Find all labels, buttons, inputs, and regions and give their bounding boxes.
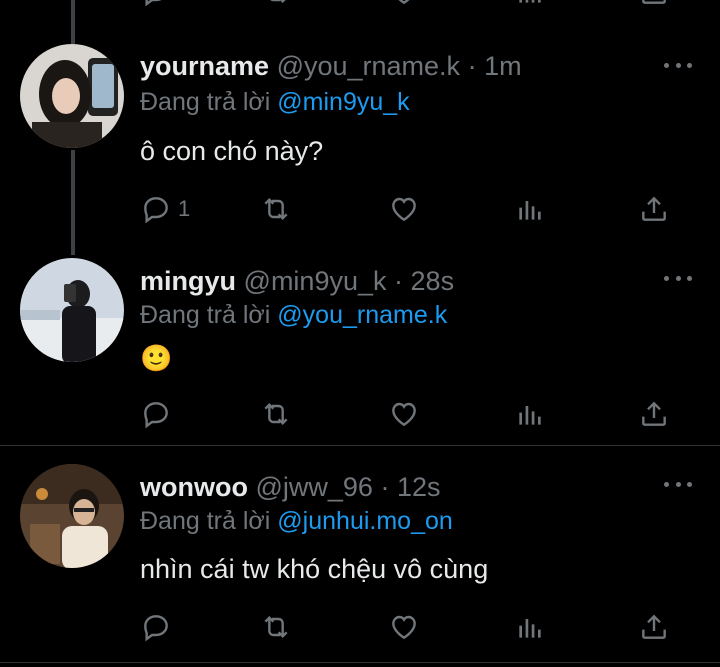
reply-button[interactable]: 1: [140, 189, 190, 229]
more-button[interactable]: [664, 58, 692, 72]
reply-icon: [144, 197, 168, 224]
like-icon: [392, 615, 416, 640]
more-icon: [687, 275, 692, 281]
views-button[interactable]: [514, 394, 546, 434]
timestamp[interactable]: 1m: [484, 51, 522, 81]
tweet-actions: [140, 394, 680, 434]
views-icon: [519, 619, 541, 638]
avatar[interactable]: [20, 44, 124, 148]
like-icon: [392, 197, 416, 222]
like-button[interactable]: [388, 394, 420, 434]
retweet-icon: [264, 197, 288, 221]
more-button[interactable]: [664, 477, 692, 491]
reply-button[interactable]: [140, 394, 172, 434]
tweet-text: ô con chó này?: [140, 136, 324, 166]
like-button[interactable]: [388, 189, 420, 229]
timestamp[interactable]: 28s: [411, 266, 455, 296]
reply-context: Đang trả lời @you_rname.k: [140, 301, 447, 330]
tweet-header: mingyu @min9yu_k · 28s: [140, 266, 454, 297]
views-button[interactable]: [514, 189, 546, 229]
reply-count: 1: [178, 196, 191, 221]
reply-to-link[interactable]: @min9yu_k: [277, 88, 409, 116]
reply-to-link[interactable]: @you_rname.k: [277, 301, 447, 329]
user-handle[interactable]: @min9yu_k: [244, 266, 387, 296]
share-button[interactable]: [638, 189, 670, 229]
user-handle[interactable]: @jww_96: [256, 472, 373, 502]
more-icon: [687, 62, 692, 68]
tweet[interactable]: wonwoo @jww_96 · 12s Đang trả lời @junhu…: [0, 446, 720, 667]
display-name[interactable]: mingyu: [140, 266, 236, 296]
display-name[interactable]: yourname: [140, 51, 269, 81]
tweet-actions: 1: [140, 189, 680, 229]
share-button[interactable]: [638, 607, 670, 647]
share-icon: [642, 401, 666, 426]
tweet-actions: [140, 607, 680, 647]
more-icon: [675, 481, 681, 487]
tweet-text: nhìn cái tw khó chệu vô cùng: [140, 554, 489, 584]
retweet-button[interactable]: [260, 394, 292, 434]
tweet-header: yourname @you_rname.k · 1m: [140, 51, 522, 82]
share-icon: [642, 614, 666, 639]
avatar[interactable]: [20, 258, 124, 362]
reply-prefix: Đang trả lời: [140, 88, 271, 116]
share-button[interactable]: [638, 394, 670, 434]
retweet-button[interactable]: [260, 607, 292, 647]
reply-to-link[interactable]: @junhui.mo_on: [277, 507, 453, 535]
tweet-divider: [0, 662, 720, 663]
tweet[interactable]: mingyu @min9yu_k · 28s Đang trả lời @you…: [0, 255, 720, 445]
views-button[interactable]: [514, 607, 546, 647]
reply-context: Đang trả lời @junhui.mo_on: [140, 507, 453, 536]
reply-icon: [144, 615, 168, 642]
views-icon: [519, 406, 541, 425]
reply-prefix: Đang trả lời: [140, 301, 271, 329]
share-icon: [642, 196, 666, 221]
more-icon: [664, 481, 669, 487]
views-icon: [519, 201, 541, 220]
separator: ·: [394, 266, 404, 296]
retweet-icon: [264, 615, 288, 639]
like-button[interactable]: [388, 607, 420, 647]
like-icon: [392, 402, 416, 427]
reply-icon: [144, 402, 168, 429]
more-icon: [664, 275, 669, 281]
tweet-text: 🙂: [140, 343, 173, 373]
more-icon: [664, 62, 669, 68]
tweet-header: wonwoo @jww_96 · 12s: [140, 472, 441, 503]
reply-prefix: Đang trả lời: [140, 507, 271, 535]
separator: ·: [380, 472, 390, 502]
reply-button[interactable]: [140, 607, 172, 647]
more-icon: [675, 62, 681, 68]
reply-context: Đang trả lời @min9yu_k: [140, 88, 410, 117]
separator: ·: [467, 51, 477, 81]
user-handle[interactable]: @you_rname.k: [277, 51, 461, 81]
avatar[interactable]: [20, 464, 124, 568]
retweet-button[interactable]: [260, 189, 292, 229]
retweet-icon: [264, 402, 288, 426]
more-icon: [675, 275, 681, 281]
timestamp[interactable]: 12s: [397, 472, 441, 502]
more-button[interactable]: [664, 271, 692, 285]
display-name[interactable]: wonwoo: [140, 472, 248, 502]
more-icon: [687, 481, 692, 487]
tweet[interactable]: yourname @you_rname.k · 1m Đang trả lời …: [0, 0, 720, 255]
